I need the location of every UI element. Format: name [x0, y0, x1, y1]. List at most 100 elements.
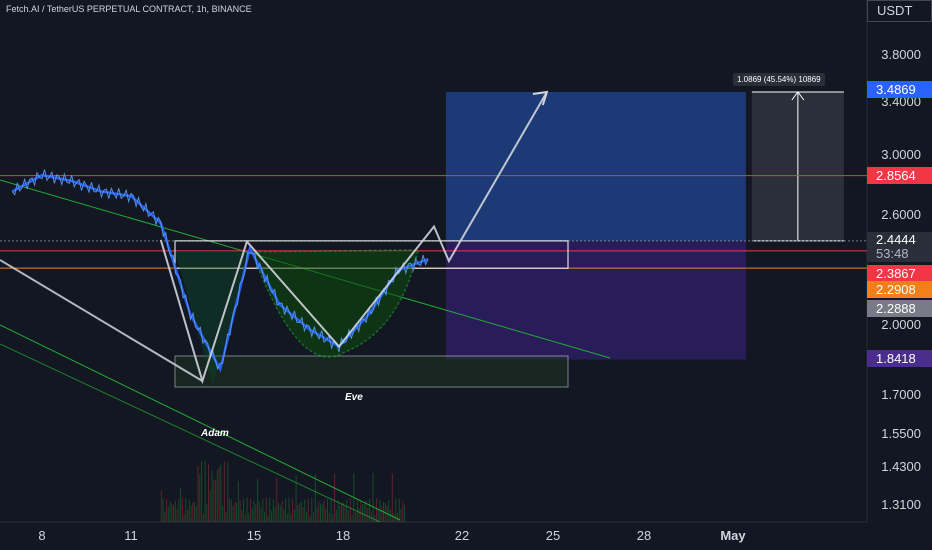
- volume-bar: [215, 480, 217, 522]
- price-label-1-43: 1.4300: [881, 459, 921, 474]
- volume-bar: [309, 515, 311, 522]
- volume-bar: [323, 500, 325, 522]
- volume-bar: [372, 473, 374, 522]
- volume-bar: [404, 504, 406, 522]
- volume-bar: [346, 499, 348, 522]
- volume-bar: [278, 503, 280, 522]
- volume-bar: [260, 507, 262, 522]
- volume-bar: [290, 513, 292, 522]
- volume-bar: [400, 508, 402, 522]
- eve-label: Eve: [345, 392, 363, 403]
- volume-bar: [201, 461, 203, 522]
- target-zone: [445, 92, 746, 241]
- volume-bar: [264, 511, 266, 522]
- support-zone: [174, 355, 569, 388]
- volume-bar: [166, 499, 168, 522]
- chart-title: Fetch.AI / TetherUS PERPETUAL CONTRACT, …: [6, 4, 252, 14]
- volume-bar: [293, 509, 295, 522]
- price-tag-stop: 1.8418: [867, 350, 932, 367]
- volume-bar: [251, 508, 253, 522]
- currency-label[interactable]: USDT: [867, 0, 932, 22]
- volume-bar: [318, 501, 320, 522]
- volume-bar: [351, 515, 353, 522]
- volume-bar: [222, 505, 224, 522]
- volume-bar: [265, 498, 267, 522]
- volume-bar: [274, 506, 276, 522]
- volume-bar: [285, 498, 287, 522]
- volume-bar: [325, 508, 327, 522]
- volume-bar: [398, 498, 400, 522]
- volume-bar: [244, 514, 246, 522]
- price-label-2-0: 2.0000: [881, 317, 921, 332]
- price-tag-last-value: 2.4444: [876, 232, 916, 247]
- date-tick-28: 28: [636, 528, 652, 543]
- volume-bar: [183, 514, 185, 522]
- volume-bar: [276, 476, 278, 522]
- volume-bar: [232, 506, 234, 522]
- volume-bar: [335, 509, 337, 522]
- volume-bar: [204, 461, 206, 522]
- volume-bar: [279, 505, 281, 522]
- volume-bar: [321, 504, 323, 522]
- volume-bar: [197, 465, 199, 522]
- volume-bar: [302, 506, 304, 522]
- volume-bar: [381, 506, 383, 522]
- volume-bar: [216, 469, 218, 522]
- volume-bar: [341, 502, 343, 522]
- volume-bar: [250, 498, 252, 522]
- volume-bar: [292, 498, 294, 522]
- chart-window: Fetch.AI / TetherUS PERPETUAL CONTRACT, …: [0, 0, 932, 550]
- volume-bar: [169, 501, 171, 522]
- price-label-1-55: 1.5500: [881, 426, 921, 441]
- volume-bar: [257, 478, 259, 522]
- volume-bar: [272, 499, 274, 522]
- price-tag-orange: 2.2908: [867, 281, 932, 298]
- volume-bar: [360, 501, 362, 522]
- volume-bar: [369, 498, 371, 522]
- volume-bar: [304, 499, 306, 522]
- volume-bar: [178, 498, 180, 522]
- volume-bar: [297, 505, 299, 522]
- date-tick-22: 22: [454, 528, 470, 543]
- volume-bar: [370, 512, 372, 522]
- volume-bar: [176, 508, 178, 522]
- adam-label: Adam: [201, 428, 229, 439]
- volume-bar: [206, 504, 208, 522]
- volume-bar: [223, 461, 225, 522]
- volume-bar: [220, 463, 222, 522]
- volume-bar: [391, 473, 393, 522]
- volume-bar: [311, 498, 313, 522]
- date-tick-15: 15: [246, 528, 262, 543]
- volume-bar: [306, 511, 308, 522]
- volume-bar: [286, 513, 288, 522]
- volume-bar: [248, 512, 250, 522]
- volume-bar: [174, 500, 176, 522]
- volume-bar: [388, 500, 390, 522]
- volume-bar: [355, 512, 357, 522]
- volume-bar: [299, 503, 301, 522]
- volume-bar: [202, 513, 204, 522]
- volume-bar: [194, 502, 196, 522]
- volume-bar: [209, 490, 211, 522]
- price-label-1-31: 1.3100: [881, 497, 921, 512]
- volume-bar: [190, 505, 192, 522]
- volume-bar: [229, 498, 231, 522]
- volume-bar: [253, 500, 255, 522]
- volume-bar: [330, 498, 332, 522]
- price-tag-level: 2.3867: [867, 265, 932, 282]
- volume-bar: [162, 498, 164, 522]
- price-tag-last: 2.4444 53:48: [867, 232, 932, 262]
- volume-bar: [316, 507, 318, 522]
- volume-bar: [258, 501, 260, 522]
- price-label-3-8: 3.8000: [881, 47, 921, 62]
- volume-bar: [234, 502, 236, 522]
- volume-bar: [181, 498, 183, 522]
- price-label-3-0: 3.0000: [881, 147, 921, 162]
- volume-bar: [211, 470, 213, 522]
- volume-bar: [300, 501, 302, 522]
- volume-bar: [243, 498, 245, 522]
- volume-bar: [349, 498, 351, 522]
- volume-bar: [167, 507, 169, 522]
- volume-bar: [334, 473, 336, 522]
- price-tag-target: 3.4869: [867, 81, 932, 98]
